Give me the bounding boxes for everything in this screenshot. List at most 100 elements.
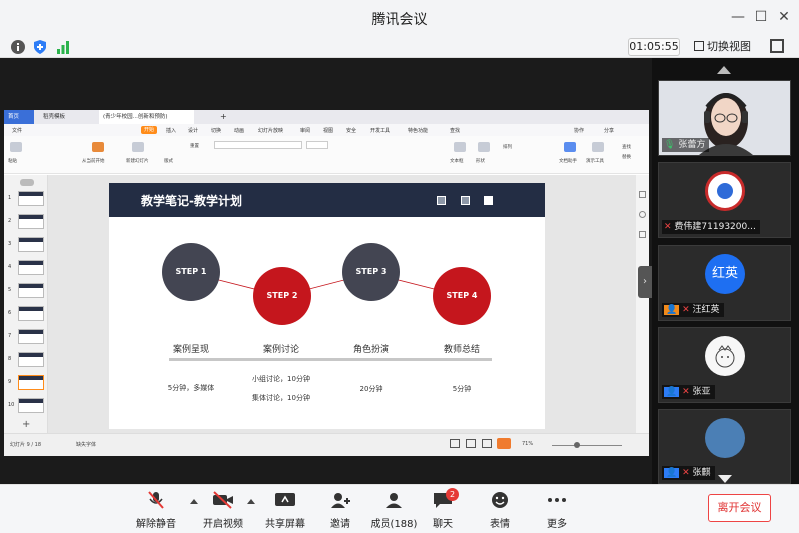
menu-start[interactable]: 开始 [141, 126, 158, 134]
menu-animation[interactable]: 动画 [234, 127, 244, 134]
new-tab-icon[interactable]: + [216, 110, 227, 124]
maximize-icon[interactable]: ☐ [752, 8, 770, 26]
slide-thumbnail[interactable] [18, 306, 44, 321]
participant-name: 👤 ✕ 张亚 [662, 385, 715, 399]
ribbon-newslide-label: 新建幻灯片 [126, 159, 149, 164]
zoom-slider[interactable] [552, 445, 622, 446]
scroll-down-icon[interactable] [718, 475, 732, 483]
ribbon-replace-label[interactable]: 替换 [622, 154, 631, 160]
slide-thumbnail[interactable] [18, 260, 44, 275]
ribbon-arrange-label[interactable]: 排列 [503, 144, 512, 150]
slide-thumbnail[interactable] [18, 398, 44, 413]
slide-thumbnail[interactable] [18, 214, 44, 229]
switch-view-button[interactable]: 切换视图 [694, 38, 751, 56]
mic-muted-icon: ✕ [664, 222, 672, 232]
slide-editing-canvas: 教学笔记-教学计划 STEP 1 STEP 2 STEP 3 STEP 4 案例… [48, 175, 638, 433]
ribbon-find-label[interactable]: 查找 [622, 144, 631, 150]
paste-icon[interactable] [10, 142, 22, 152]
participant-tile[interactable]: 红英 👤 ✕ 汪红英 [658, 245, 791, 321]
start-video-button[interactable]: 开启视频 [193, 491, 253, 530]
presentation-tools-icon[interactable] [592, 142, 604, 152]
ppt-tab-templates[interactable]: 稻壳模板 [39, 110, 94, 124]
font-size-select[interactable] [306, 141, 328, 149]
ribbon-shape-label: 形状 [476, 159, 485, 164]
add-slide-icon[interactable]: + [22, 419, 30, 430]
share-screen-button[interactable]: 共享屏幕 [255, 491, 315, 530]
collapse-sidebar-icon[interactable]: › [638, 266, 652, 298]
info-icon[interactable] [10, 39, 26, 55]
ribbon-layout-label[interactable]: 版式 [164, 158, 173, 164]
menu-transition[interactable]: 切换 [211, 127, 221, 134]
participant-tile[interactable]: 🎙 张蕾方 [658, 80, 791, 156]
close-icon[interactable]: ✕ [775, 8, 793, 26]
ppt-tab-document[interactable]: (青少年校园...创新和预防) [99, 110, 194, 124]
play-slideshow-icon[interactable] [497, 438, 511, 449]
mic-muted-icon [145, 491, 167, 509]
style-icon[interactable] [639, 211, 646, 218]
unmute-label: 解除静音 [136, 519, 176, 530]
members-icon [383, 491, 405, 509]
step-3-circle: STEP 3 [342, 243, 400, 301]
invite-label: 邀请 [330, 519, 350, 530]
sorter-view-icon[interactable] [466, 439, 476, 448]
participant-tile[interactable]: 👤 ✕ 张亚 [658, 327, 791, 403]
ribbon-play-label: 从当前开始 [82, 159, 105, 164]
menu-share[interactable]: 分享 [604, 127, 614, 134]
slide-thumbnail[interactable] [18, 352, 44, 367]
participant-name-text: 费伟建71193200... [674, 222, 756, 232]
ribbon-reset-label[interactable]: 重置 [190, 143, 199, 149]
slide-thumbnail[interactable] [18, 283, 44, 298]
mic-muted-icon: ✕ [682, 468, 690, 478]
slide-thumbnail[interactable] [18, 191, 44, 206]
shape-icon[interactable] [478, 142, 490, 152]
invite-button[interactable]: 邀请 [310, 491, 370, 530]
participant-tile[interactable]: ✕ 费伟建71193200... [658, 162, 791, 238]
menu-search[interactable]: 查找 [450, 127, 460, 134]
emoji-button[interactable]: 表情 [470, 491, 530, 530]
menu-devtools[interactable]: 开发工具 [370, 127, 390, 134]
menu-insert[interactable]: 插入 [166, 127, 176, 134]
unmute-button[interactable]: 解除静音 [126, 491, 186, 530]
participant-name: ✕ 费伟建71193200... [662, 220, 760, 234]
font-name-select[interactable] [214, 141, 302, 149]
slide-number: 5 [8, 287, 12, 293]
menu-design[interactable]: 设计 [188, 127, 198, 134]
meeting-toolbar: 解除静音 开启视频 共享屏幕 邀请 成员(188) 聊天 表情 更多 离开会议 [0, 484, 799, 533]
menu-features[interactable]: 特色功能 [408, 127, 428, 134]
user-icon: 👤 [664, 305, 680, 315]
fullscreen-icon[interactable] [770, 39, 784, 53]
slide-thumbnail[interactable] [18, 237, 44, 252]
mic-muted-icon: ✕ [682, 387, 690, 397]
ppt-tab-home[interactable]: 首页 [4, 110, 34, 124]
minimize-icon[interactable]: — [729, 8, 747, 26]
video-options-icon[interactable] [247, 499, 255, 504]
new-slide-icon[interactable] [132, 142, 144, 152]
menu-security[interactable]: 安全 [346, 127, 356, 134]
menu-view[interactable]: 视图 [323, 127, 333, 134]
slide-thumbnail[interactable] [18, 329, 44, 344]
animation-icon[interactable] [639, 231, 646, 238]
normal-view-icon[interactable] [450, 439, 460, 448]
zoom-slider-thumb[interactable] [574, 442, 580, 448]
more-button[interactable]: 更多 [527, 491, 587, 530]
doc-assistant-icon[interactable] [564, 142, 576, 152]
chat-button[interactable]: 聊天 [413, 491, 473, 530]
leave-meeting-button[interactable]: 离开会议 [708, 494, 771, 522]
mic-muted-icon: ✕ [682, 305, 690, 315]
slide-thumbnail-selected[interactable] [18, 375, 44, 390]
reading-view-icon[interactable] [482, 439, 492, 448]
participant-name: 👤 ✕ 张麒 [662, 466, 715, 480]
participant-tile[interactable]: 👤 ✕ 张麒 [658, 409, 791, 484]
menu-file[interactable]: 文件 [12, 127, 22, 134]
property-icon[interactable] [639, 191, 646, 198]
missing-font-indicator[interactable]: 缺失字体 [76, 441, 96, 448]
security-shield-icon[interactable] [32, 39, 48, 55]
thumbnail-toggle[interactable] [20, 179, 34, 186]
play-from-current-icon[interactable] [92, 142, 104, 152]
menu-collaborate[interactable]: 协作 [574, 127, 584, 134]
menu-slideshow[interactable]: 幻灯片放映 [258, 127, 283, 134]
scroll-up-icon[interactable] [717, 66, 731, 74]
textbox-icon[interactable] [454, 142, 466, 152]
menu-review[interactable]: 审阅 [300, 127, 310, 134]
signal-icon[interactable] [55, 39, 71, 55]
